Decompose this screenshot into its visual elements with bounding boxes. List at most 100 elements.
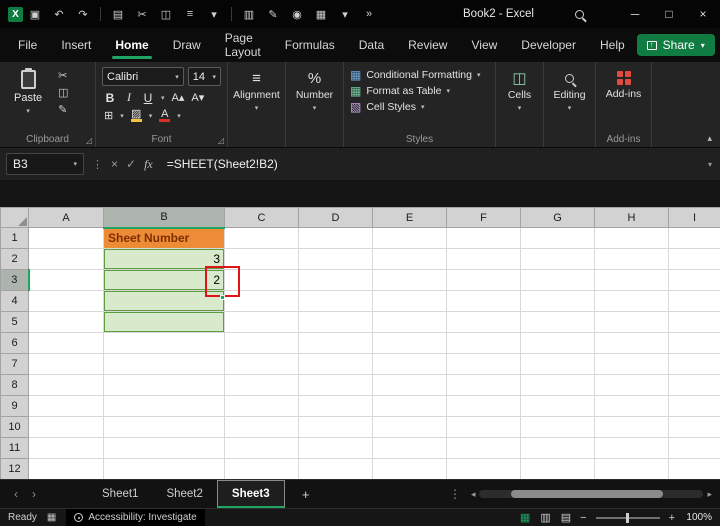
menu-file[interactable]: File xyxy=(6,28,49,62)
scroll-right-icon[interactable]: ▸ xyxy=(707,489,712,500)
menu-review[interactable]: Review xyxy=(396,28,459,62)
cell-G1[interactable] xyxy=(520,227,595,249)
cell-C5[interactable] xyxy=(224,311,299,333)
cell-I4[interactable] xyxy=(668,290,720,312)
cell-E1[interactable] xyxy=(372,227,447,249)
italic-button[interactable]: I xyxy=(123,90,135,105)
row-header-7[interactable]: 7 xyxy=(0,353,29,375)
cell-B3[interactable]: 2 xyxy=(103,269,225,291)
cell-I8[interactable] xyxy=(668,374,720,396)
cell-D1[interactable] xyxy=(298,227,373,249)
cell-E2[interactable] xyxy=(372,248,447,270)
cell-D10[interactable] xyxy=(298,416,373,438)
cell-B7[interactable] xyxy=(103,353,225,375)
cell-H7[interactable] xyxy=(594,353,669,375)
cell-E7[interactable] xyxy=(372,353,447,375)
cell-F6[interactable] xyxy=(446,332,521,354)
cell-C7[interactable] xyxy=(224,353,299,375)
cell-F4[interactable] xyxy=(446,290,521,312)
cell-B12[interactable] xyxy=(103,458,225,479)
cell-C2[interactable] xyxy=(224,248,299,270)
more-commands-icon[interactable]: » xyxy=(359,4,379,24)
cell-B10[interactable] xyxy=(103,416,225,438)
row-header-10[interactable]: 10 xyxy=(0,416,29,438)
cell-D3[interactable] xyxy=(298,269,373,291)
cell-H10[interactable] xyxy=(594,416,669,438)
row-header-6[interactable]: 6 xyxy=(0,332,29,354)
maximize-button[interactable]: □ xyxy=(652,0,686,28)
previous-sheet-icon[interactable]: ‹ xyxy=(8,487,24,501)
cell-E10[interactable] xyxy=(372,416,447,438)
column-header-I[interactable]: I xyxy=(668,207,720,228)
formula-bar-handle[interactable]: ⋮ xyxy=(92,158,103,171)
column-header-A[interactable]: A xyxy=(28,207,104,228)
scroll-left-icon[interactable]: ◂ xyxy=(471,489,476,500)
cell-I12[interactable] xyxy=(668,458,720,479)
cell-H8[interactable] xyxy=(594,374,669,396)
cell-I6[interactable] xyxy=(668,332,720,354)
cell-A5[interactable] xyxy=(28,311,104,333)
cell-H5[interactable] xyxy=(594,311,669,333)
cell-I7[interactable] xyxy=(668,353,720,375)
cell-E9[interactable] xyxy=(372,395,447,417)
draw-icon[interactable]: ✎ xyxy=(263,4,283,24)
cell-D7[interactable] xyxy=(298,353,373,375)
accessibility-checker[interactable]: Accessibility: Investigate xyxy=(66,508,205,526)
row-header-11[interactable]: 11 xyxy=(0,437,29,459)
cell-G2[interactable] xyxy=(520,248,595,270)
cell-D6[interactable] xyxy=(298,332,373,354)
page-break-preview-icon[interactable]: ▤ xyxy=(561,511,571,524)
column-header-G[interactable]: G xyxy=(520,207,595,228)
cell-I1[interactable] xyxy=(668,227,720,249)
cell-C6[interactable] xyxy=(224,332,299,354)
menu-view[interactable]: View xyxy=(459,28,509,62)
column-header-B[interactable]: B xyxy=(103,207,225,229)
cell-H1[interactable] xyxy=(594,227,669,249)
scrollbar-track[interactable] xyxy=(479,490,704,498)
redo-icon[interactable]: ↷ xyxy=(73,4,93,24)
cell-B9[interactable] xyxy=(103,395,225,417)
new-sheet-icon[interactable]: ▥ xyxy=(239,4,259,24)
cell-G7[interactable] xyxy=(520,353,595,375)
cell-A10[interactable] xyxy=(28,416,104,438)
row-header-4[interactable]: 4 xyxy=(0,290,29,312)
cell-C11[interactable] xyxy=(224,437,299,459)
row-header-3[interactable]: 3 xyxy=(0,269,30,291)
cell-G9[interactable] xyxy=(520,395,595,417)
cell-I3[interactable] xyxy=(668,269,720,291)
cell-F7[interactable] xyxy=(446,353,521,375)
format-painter-icon[interactable]: ✎ xyxy=(58,105,68,116)
clipboard-icon[interactable]: ▤ xyxy=(108,4,128,24)
cell-F12[interactable] xyxy=(446,458,521,479)
cell-D4[interactable] xyxy=(298,290,373,312)
share-button[interactable]: ↑ Share ▾ xyxy=(636,34,715,56)
cell-D11[interactable] xyxy=(298,437,373,459)
cells-group-button[interactable]: ◫ Cells ▾ xyxy=(496,62,544,147)
cell-E4[interactable] xyxy=(372,290,447,312)
cell-F10[interactable] xyxy=(446,416,521,438)
cell-E5[interactable] xyxy=(372,311,447,333)
cell-E12[interactable] xyxy=(372,458,447,479)
row-header-12[interactable]: 12 xyxy=(0,458,29,479)
table-pen-icon[interactable]: ▦ xyxy=(311,4,331,24)
cell-H4[interactable] xyxy=(594,290,669,312)
font-color-button[interactable]: A xyxy=(159,109,171,122)
zoom-slider[interactable] xyxy=(595,512,660,523)
cell-C3[interactable] xyxy=(224,269,299,291)
cell-I11[interactable] xyxy=(668,437,720,459)
addins-button[interactable]: Add-ins Add-ins xyxy=(596,62,652,147)
cell-H12[interactable] xyxy=(594,458,669,479)
camera-icon[interactable]: ◉ xyxy=(287,4,307,24)
row-header-8[interactable]: 8 xyxy=(0,374,29,396)
cut-icon[interactable]: ✂ xyxy=(132,4,152,24)
cell-F5[interactable] xyxy=(446,311,521,333)
cell-A7[interactable] xyxy=(28,353,104,375)
cell-B11[interactable] xyxy=(103,437,225,459)
cell-C1[interactable] xyxy=(224,227,299,249)
confirm-entry-icon[interactable]: ✓ xyxy=(126,157,136,171)
cell-A8[interactable] xyxy=(28,374,104,396)
cell-H9[interactable] xyxy=(594,395,669,417)
cell-D9[interactable] xyxy=(298,395,373,417)
name-box[interactable]: B3 ▾ xyxy=(6,153,84,175)
cell-F3[interactable] xyxy=(446,269,521,291)
